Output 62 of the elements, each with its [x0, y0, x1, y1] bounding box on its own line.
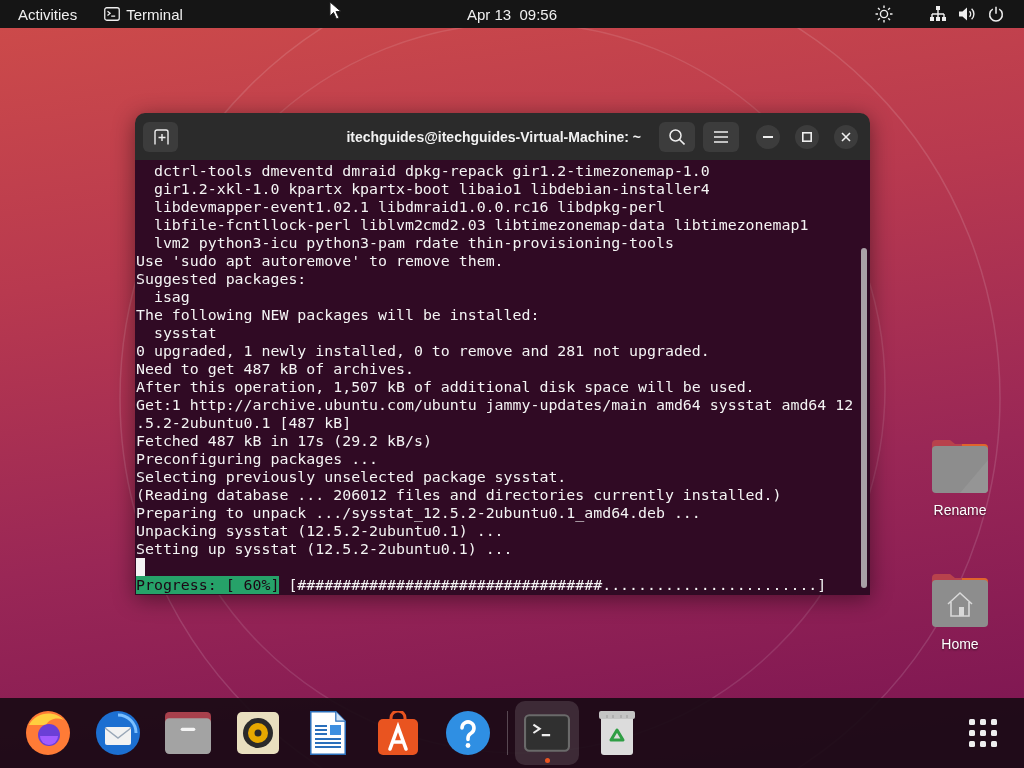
close-icon: [841, 131, 851, 142]
terminal-line: dctrl-tools dmeventd dmraid dpkg-repack gir1.2-timezonemap-1.0: [153, 162, 710, 180]
mouse-pointer-icon: [329, 1, 341, 20]
scrollbar[interactable]: [861, 248, 867, 588]
activities-button[interactable]: Activities: [8, 1, 88, 27]
question-mark-icon: [446, 711, 490, 755]
shopping-bag-icon: [378, 711, 418, 755]
sun-icon[interactable]: [875, 5, 893, 23]
terminal-line: Selecting previously unselected package sysstat.: [136, 468, 567, 486]
terminal-line: isag: [153, 288, 190, 306]
terminal-line: lvm2 python3-icu python3-pam rdate thin-provisioning-tools: [153, 234, 674, 252]
minimize-button[interactable]: [756, 124, 780, 149]
close-button[interactable]: [834, 124, 858, 149]
document-icon: [310, 711, 346, 755]
grid-icon: [969, 719, 997, 747]
maximize-icon: [802, 131, 812, 142]
terminal-line: (Reading database ... 206012 files and directories currently installed.): [136, 486, 782, 504]
window-title: itechguides@itechguides-Virtual-Machine: ~: [346, 128, 641, 145]
volume-icon[interactable]: [959, 7, 975, 21]
home-folder-icon: [932, 574, 988, 627]
terminal-icon: [524, 714, 570, 752]
terminal-line: sysstat: [153, 324, 217, 342]
desktop-shortcut[interactable]: Home: [905, 568, 1015, 659]
terminal-line: Get:1 http://archive.ubuntu.com/ubuntu jammy-updates/main amd64 sysstat amd64 12: [136, 396, 854, 414]
terminal-line: Use 'sudo apt autoremove' to remove them.: [136, 252, 504, 270]
terminal-icon: [104, 7, 121, 21]
terminal-line: Fetched 487 kB in 17s (29.2 kB/s): [136, 432, 432, 450]
speaker-cone-icon: [237, 712, 279, 754]
terminal-line: libfile-fcntllock-perl liblvm2cmd2.03 libtimezonemap-data libtimezonemap1: [153, 216, 809, 234]
recycle-bin-icon: [599, 711, 635, 755]
maximize-button[interactable]: [795, 124, 819, 149]
terminal-line: Preconfiguring packages ...: [136, 450, 379, 468]
envelope-icon: [96, 711, 140, 755]
power-icon[interactable]: [988, 6, 1004, 22]
folder-icon: [165, 712, 211, 754]
network-icon[interactable]: [929, 6, 947, 22]
menu-icon: [714, 130, 728, 143]
terminal-line: Preparing to unpack .../sysstat_12.5.2-2ubuntu0.1_amd64.deb ...: [136, 504, 701, 522]
terminal-line: Suggested packages:: [136, 270, 307, 288]
terminal-line: 0 upgraded, 1 newly installed, 0 to remove and 281 not upgraded.: [136, 342, 710, 360]
app-menu-button[interactable]: Terminal: [94, 1, 193, 27]
search-button[interactable]: [659, 121, 695, 152]
progress-label: Progress: [ 60%]: [136, 576, 280, 594]
terminal-line: gir1.2-xkl-1.0 kpartx kpartx-boot libaio1 libdebian-installer4: [153, 180, 710, 198]
minimize-icon: [763, 135, 773, 138]
folder-icon: [932, 440, 988, 493]
terminal-line: Setting up sysstat (12.5.2-2ubuntu0.1) ...: [136, 540, 513, 558]
clock-button[interactable]: Apr 13 09:56: [456, 1, 568, 27]
progress-text: [##################################........................]: [288, 576, 827, 594]
flame-globe-icon: [26, 711, 70, 755]
search-icon: [669, 128, 685, 145]
terminal-line: The following NEW packages will be installed:: [136, 306, 540, 324]
desktop-shortcut[interactable]: Rename: [905, 434, 1015, 525]
terminal-line: Unpacking sysstat (12.5.2-2ubuntu0.1) ...: [136, 522, 504, 540]
new-tab-button[interactable]: [143, 121, 178, 152]
menu-button[interactable]: [703, 121, 739, 152]
new-tab-icon: [152, 128, 169, 145]
terminal-line: libdevmapper-event1.02.1 libdmraid1.0.0.rc16 libdpkg-perl: [153, 198, 665, 216]
block-cursor-icon: [136, 558, 145, 576]
terminal-line: Need to get 487 kB of archives.: [136, 360, 414, 378]
terminal-line: .5.2-2ubuntu0.1 [487 kB]: [136, 414, 352, 432]
terminal-line: After this operation, 1,507 kB of additional disk space will be used.: [136, 378, 755, 396]
